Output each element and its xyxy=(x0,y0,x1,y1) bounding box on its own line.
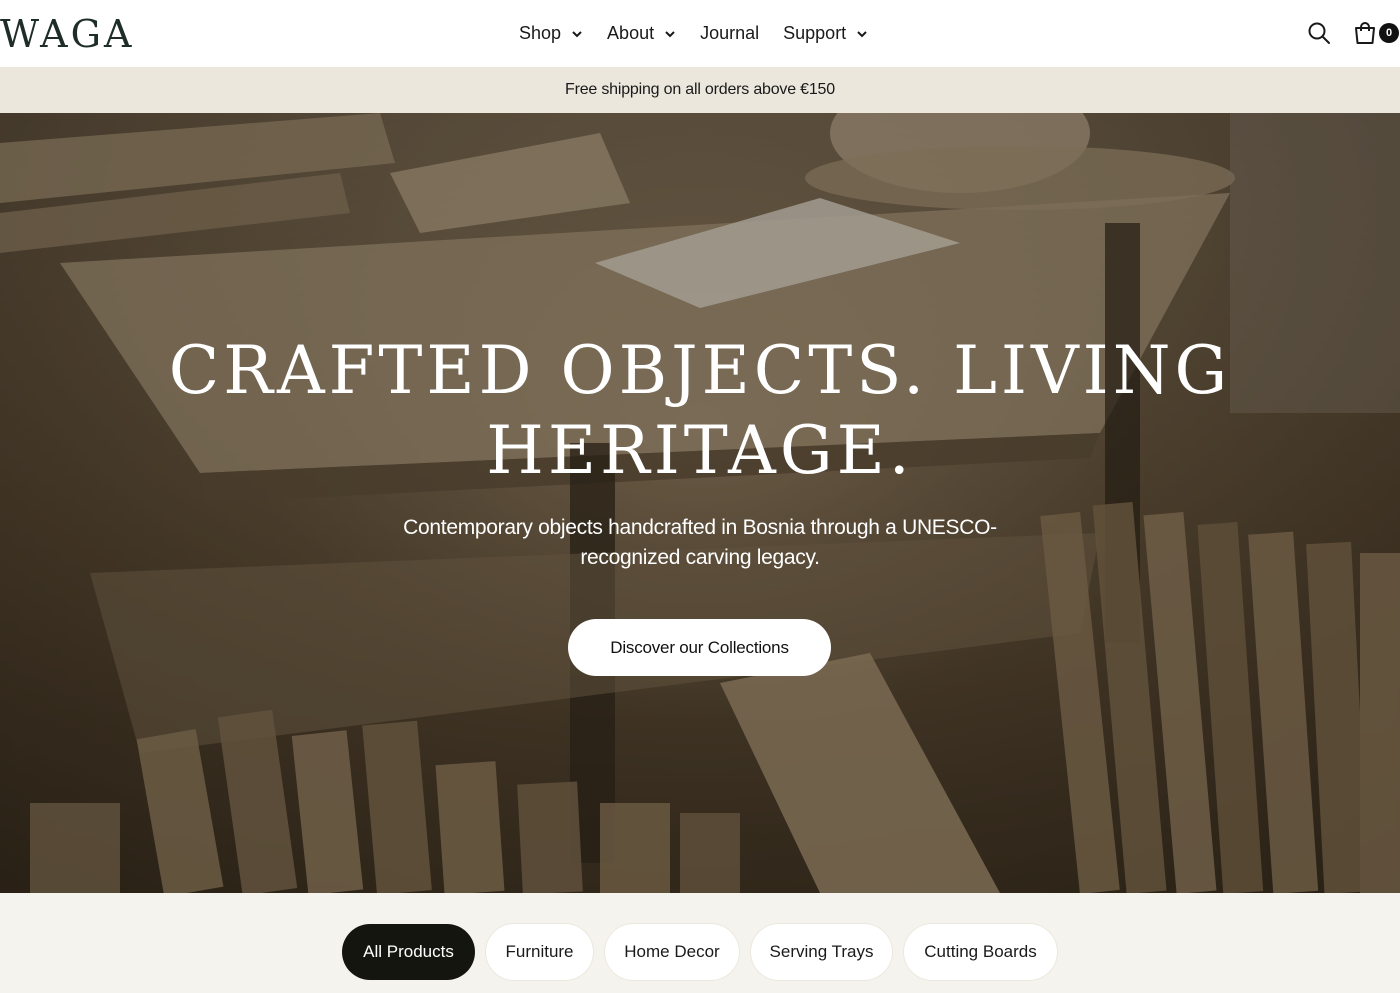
cart-count-badge[interactable]: 0 xyxy=(1379,23,1399,43)
nav-item-journal[interactable]: Journal xyxy=(700,23,759,44)
nav-item-label: Shop xyxy=(519,23,562,43)
hero-overlay xyxy=(0,113,1400,893)
search-icon[interactable] xyxy=(1307,21,1331,45)
hero-title: CRAFTED OBJECTS. LIVING HERITAGE. xyxy=(0,331,1400,491)
cart-icon[interactable] xyxy=(1352,20,1378,46)
nav-item-about[interactable]: About xyxy=(607,23,676,44)
hero-section: CRAFTED OBJECTS. LIVING HERITAGE. Contem… xyxy=(0,113,1400,893)
nav-item-label: Journal xyxy=(700,23,760,43)
site-header: WAGA Shop About Journal Support 0 xyxy=(0,0,1400,67)
logo[interactable]: WAGA xyxy=(0,12,134,56)
nav-item-support[interactable]: Support xyxy=(783,23,868,44)
announcement-text: Free shipping on all orders above €150 xyxy=(565,81,835,98)
nav-item-label: Support xyxy=(783,23,847,43)
hero-title-line: CRAFTED OBJECTS. LIVING xyxy=(168,332,1232,409)
chevron-down-icon xyxy=(665,30,675,37)
category-pill-home-decor[interactable]: Home Decor xyxy=(605,924,739,980)
discover-collections-button[interactable]: Discover our Collections xyxy=(568,619,831,676)
announcement-bar: Free shipping on all orders above €150 xyxy=(0,67,1400,113)
category-pill-serving-trays[interactable]: Serving Trays xyxy=(751,924,892,980)
category-pill-cutting-boards[interactable]: Cutting Boards xyxy=(904,924,1057,980)
chevron-down-icon xyxy=(572,30,582,37)
chevron-down-icon xyxy=(857,30,867,37)
hero-title-line: HERITAGE. xyxy=(486,412,914,489)
hero-subtitle: Contemporary objects handcrafted in Bosn… xyxy=(403,516,997,569)
nav-item-label: About xyxy=(607,23,655,43)
category-filter-bar: All Products Furniture Home Decor Servin… xyxy=(0,893,1400,993)
nav-item-shop[interactable]: Shop xyxy=(519,23,583,44)
main-nav: Shop About Journal Support xyxy=(519,0,892,67)
category-pill-all-products[interactable]: All Products xyxy=(342,924,475,980)
category-pill-furniture[interactable]: Furniture xyxy=(486,924,593,980)
